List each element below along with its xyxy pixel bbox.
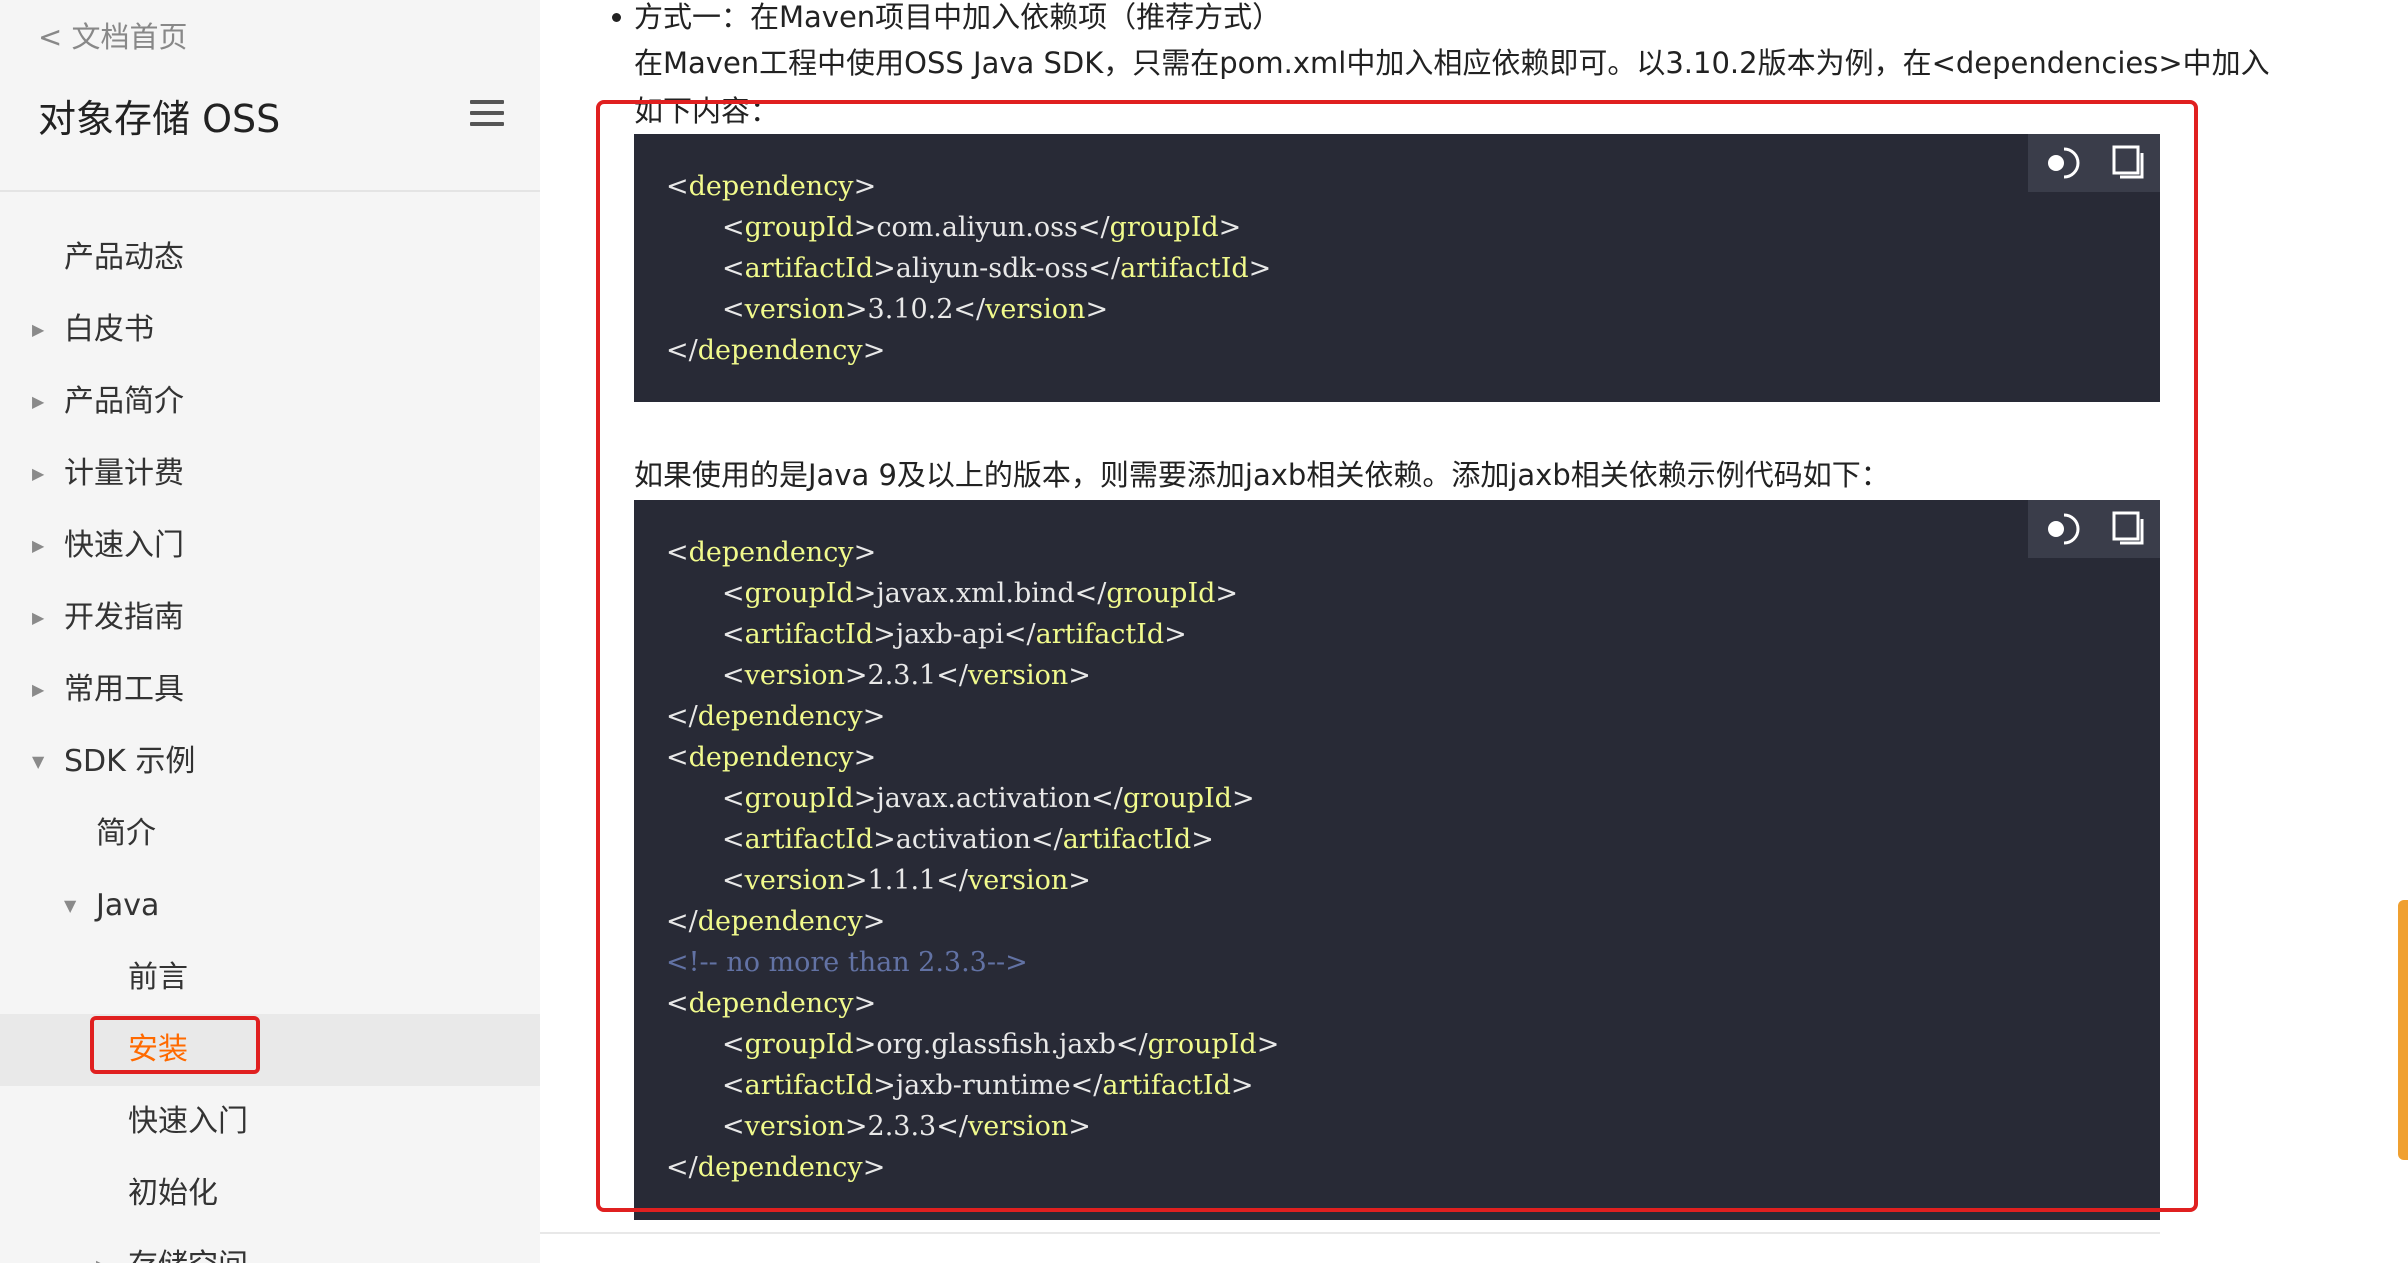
code-highlight-frame [596, 100, 2198, 1212]
sidebar-item[interactable]: 前言 [0, 942, 540, 1014]
sidebar-item[interactable]: 快速入门 [0, 1086, 540, 1158]
sidebar-item-label: SDK 示例 [64, 744, 196, 779]
caret-right-icon[interactable]: ▶ [32, 366, 44, 438]
sidebar-item[interactable]: 产品动态 [0, 222, 540, 294]
sidebar-item[interactable]: ▶ 开发指南 [0, 582, 540, 654]
sidebar-item[interactable]: 安装 [0, 1014, 540, 1086]
sidebar-item[interactable]: ▶ 快速入门 [0, 510, 540, 582]
caret-down-icon[interactable]: ▼ [64, 870, 76, 942]
sidebar-item[interactable]: ▼ SDK 示例 [0, 726, 540, 798]
active-item-highlight-frame [90, 1016, 260, 1074]
caret-right-icon[interactable]: ▶ [32, 654, 44, 726]
caret-right-icon[interactable]: ▶ [32, 510, 44, 582]
sidebar-item-label: 白皮书 [64, 312, 154, 347]
sidebar-item[interactable]: ▼ Java [0, 870, 540, 942]
sidebar-item-label: 计量计费 [64, 456, 184, 491]
caret-right-icon[interactable]: ▶ [32, 438, 44, 510]
sidebar-item-label: 简介 [96, 816, 156, 851]
back-to-docs-home-link[interactable]: < 文档首页 [38, 14, 188, 56]
sidebar-item[interactable]: 初始化 [0, 1158, 540, 1230]
caret-right-icon[interactable]: ▶ [32, 582, 44, 654]
bullet-icon [612, 13, 621, 22]
sidebar-item[interactable]: ▶ 白皮书 [0, 294, 540, 366]
sidebar-item-label: 前言 [128, 960, 188, 995]
sidebar-item[interactable]: ▶ 存储空间 [0, 1230, 540, 1263]
method-heading: 方式一：在Maven项目中加入依赖项（推荐方式） [634, 0, 1282, 34]
sidebar-item-label: 快速入门 [128, 1104, 248, 1139]
side-widget-edge[interactable] [2398, 900, 2408, 1160]
sidebar: < 文档首页 对象存储 OSS 产品动态 ▶ 白皮书 ▶ 产品简介 ▶ 计量计费 ▶ 快速入门 ▶… [0, 0, 540, 1263]
sidebar-item[interactable]: ▶ 常用工具 [0, 654, 540, 726]
sidebar-item-label: 产品动态 [64, 240, 184, 275]
sidebar-item[interactable]: 简介 [0, 798, 540, 870]
sidebar-item[interactable]: ▶ 产品简介 [0, 366, 540, 438]
caret-right-icon[interactable]: ▶ [32, 294, 44, 366]
caret-right-icon[interactable]: ▶ [96, 1230, 108, 1263]
menu-icon[interactable] [470, 100, 504, 126]
sidebar-item[interactable]: ▶ 计量计费 [0, 438, 540, 510]
sidebar-item-label: 初始化 [128, 1176, 218, 1211]
content-divider [540, 1232, 2160, 1234]
sidebar-item-label: 快速入门 [64, 528, 184, 563]
sidebar-divider [0, 190, 540, 192]
intro-paragraph-line1: 在Maven工程中使用OSS Java SDK，只需在pom.xml中加入相应依… [634, 46, 2270, 80]
sidebar-item-label: 常用工具 [64, 672, 184, 707]
sidebar-item-label: 开发指南 [64, 600, 184, 635]
caret-down-icon[interactable]: ▼ [32, 726, 44, 798]
product-title: 对象存储 OSS [38, 97, 281, 141]
sidebar-item-label: Java [96, 888, 160, 923]
sidebar-item-label: 存储空间 [128, 1230, 248, 1263]
sidebar-item-label: 产品简介 [64, 384, 184, 419]
